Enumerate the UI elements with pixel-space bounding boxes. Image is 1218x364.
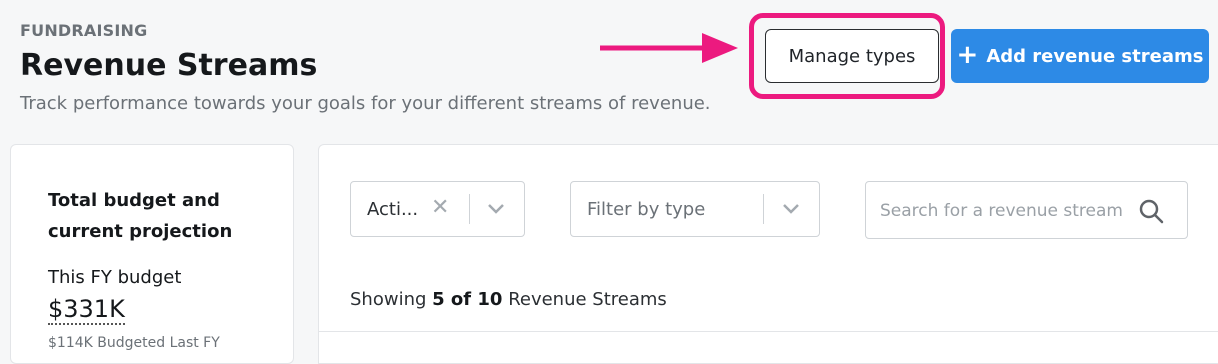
status-filter-value: Acti...	[367, 199, 419, 220]
page-subtitle: Track performance towards your goals for…	[20, 93, 711, 114]
divider	[319, 331, 1218, 332]
select-separator	[763, 194, 764, 224]
search-input[interactable]	[878, 196, 1130, 226]
manage-types-button[interactable]: Manage types	[765, 29, 939, 83]
this-fy-budget-label: This FY budget	[48, 267, 182, 288]
results-prefix: Showing	[350, 289, 427, 310]
clear-filter-icon[interactable]: ✕	[431, 195, 449, 220]
results-count: Showing 5 of 10 Revenue Streams	[350, 289, 667, 310]
add-revenue-streams-button[interactable]: + Add revenue streams	[951, 29, 1209, 83]
status-filter-select[interactable]: Acti... ✕	[350, 181, 525, 237]
results-count-value: 5 of 10	[432, 289, 503, 310]
page-title: Revenue Streams	[20, 48, 318, 83]
chevron-down-icon[interactable]	[781, 198, 801, 218]
annotation-arrow-icon	[600, 33, 738, 63]
search-icon[interactable]	[1138, 198, 1164, 224]
plus-icon: +	[956, 39, 979, 70]
add-revenue-streams-label: Add revenue streams	[986, 45, 1204, 67]
last-fy-budget-note: $114K Budgeted Last FY	[48, 335, 220, 351]
select-separator	[469, 194, 470, 224]
revenue-stream-search[interactable]	[865, 181, 1188, 239]
type-filter-placeholder: Filter by type	[587, 199, 706, 220]
chevron-down-icon[interactable]	[486, 198, 506, 218]
page-eyebrow: FUNDRAISING	[20, 21, 148, 40]
revenue-streams-panel: Acti... ✕ Filter by type Showing 5 of 10…	[318, 144, 1218, 364]
budget-summary-card: Total budget and current projection This…	[10, 144, 294, 364]
summary-heading: Total budget and current projection	[48, 190, 233, 242]
type-filter-select[interactable]: Filter by type	[570, 181, 820, 237]
results-suffix: Revenue Streams	[508, 289, 667, 310]
this-fy-budget-value[interactable]: $331K	[48, 295, 125, 325]
